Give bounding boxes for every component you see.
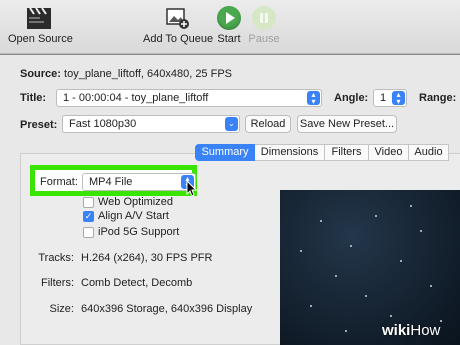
clapperboard-icon [27,7,51,29]
align-av-start-label: Align A/V Start [98,210,169,222]
start-button[interactable]: Start [214,6,244,45]
reload-button[interactable]: Reload [245,115,291,133]
mouse-cursor-icon [186,180,198,197]
preset-select-value: Fast 1080p30 [69,118,137,130]
angle-label: Angle: [334,92,369,104]
tab-video[interactable]: Video [369,144,409,161]
title-select[interactable]: 1 - 00:00:04 - toy_plane_liftoff ▴ ▾ [56,89,322,107]
tab-filters[interactable]: Filters [325,144,369,161]
tracks-value: H.264 (x264), 30 FPS PFR [81,252,213,264]
filters-label: Filters: [41,277,74,289]
save-new-preset-button[interactable]: Save New Preset... [297,115,397,133]
range-label: Range: [419,92,457,104]
pause-button[interactable]: Pause [247,6,281,45]
chevron-updown-icon: ▴▾ [392,91,405,106]
tab-audio[interactable]: Audio [409,144,449,161]
align-av-start-checkbox[interactable]: ✓ [83,211,94,222]
filters-value: Comb Detect, Decomb [81,277,193,289]
tab-bar: Summary Dimensions Filters Video Audio [195,144,449,161]
ipod-5g-support-checkbox[interactable] [83,227,94,238]
format-select-value: MP4 File [89,176,133,188]
pause-icon [252,6,276,30]
title-label: Title: [20,92,47,104]
source-info: Source: toy_plane_liftoff, 640x480, 25 F… [20,68,232,80]
play-icon [217,6,241,30]
web-optimized-label: Web Optimized [98,196,173,208]
title-select-value: 1 - 00:00:04 - toy_plane_liftoff [63,92,209,104]
size-value: 640x396 Storage, 640x396 Display [81,303,253,315]
size-label: Size: [49,303,74,315]
wikihow-watermark: wikiHow [382,322,441,339]
preset-select[interactable]: Fast 1080p30 ⌄ [62,115,240,133]
tracks-label: Tracks: [38,252,74,264]
source-label: Source: [20,68,61,80]
pause-label: Pause [248,33,280,45]
web-optimized-checkbox[interactable] [83,197,94,208]
preset-label: Preset: [20,119,58,131]
format-label: Format: [40,176,78,188]
toolbar: Open Source Add To Queue Start Pause [0,0,460,54]
tab-dimensions[interactable]: Dimensions [255,144,325,161]
add-to-queue-label: Add To Queue [143,33,214,45]
add-to-queue-button[interactable]: Add To Queue [143,6,214,45]
tab-summary[interactable]: Summary [195,144,255,161]
ipod-5g-support-label: iPod 5G Support [98,226,180,238]
chevron-down-icon: ⌄ [225,117,238,131]
open-source-button[interactable]: Open Source [8,6,73,45]
source-value: toy_plane_liftoff, 640x480, 25 FPS [64,68,233,80]
add-photo-icon [166,8,189,29]
format-select[interactable]: MP4 File ▴▾ [82,173,196,191]
chevron-updown-icon: ▴▾ [307,91,320,106]
angle-select-value: 1 [380,92,387,104]
angle-select[interactable]: 1 ▴ ▾ [373,89,407,107]
open-source-label: Open Source [8,33,73,45]
start-label: Start [217,33,241,45]
